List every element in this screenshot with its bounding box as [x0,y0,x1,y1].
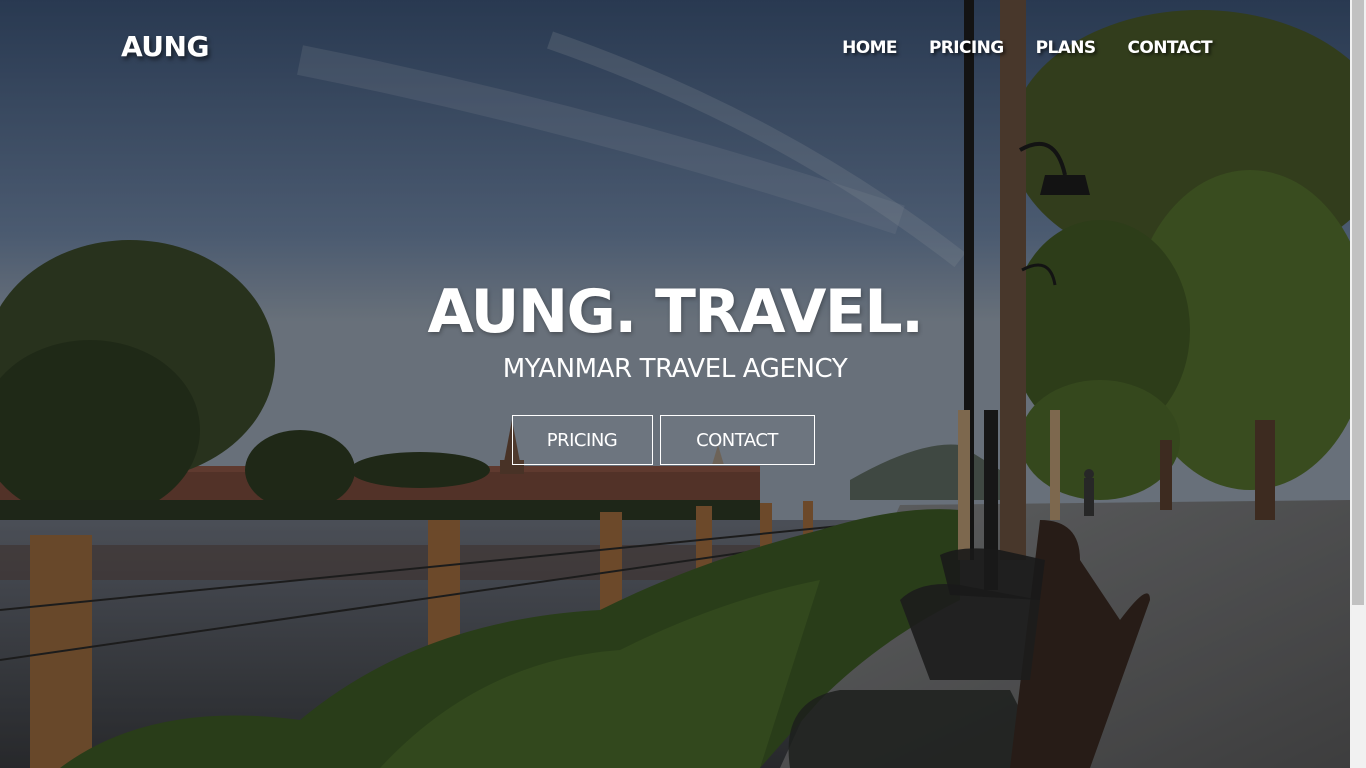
nav-link-pricing[interactable]: PRICING [929,38,1004,58]
nav-link-home[interactable]: HOME [842,38,897,58]
page-scrollbar[interactable] [1350,0,1366,768]
hero-buttons: PRICING CONTACT [0,415,1350,465]
nav-item-pricing: PRICING [929,38,1004,58]
contact-button[interactable]: CONTACT [659,415,815,465]
hero-overlay [0,0,1350,768]
nav-link-plans[interactable]: PLANS [1036,38,1097,58]
hero-title: AUNG. TRAVEL. [427,277,924,347]
page: AUNG HOME PRICING PLANS CONTACT AUNG. TR… [0,0,1366,768]
nav-item-plans: PLANS [1036,38,1097,58]
hero-section: AUNG. TRAVEL. MYANMAR TRAVEL AGENCY [0,270,1350,384]
brand-logo[interactable]: AUNG [121,30,209,63]
nav-links: HOME PRICING PLANS CONTACT [810,38,1212,58]
pricing-button[interactable]: PRICING [511,415,653,465]
nav-item-home: HOME [842,38,897,58]
scrollbar-thumb[interactable] [1352,0,1364,605]
top-navigation: AUNG HOME PRICING PLANS CONTACT [0,0,1350,100]
nav-link-contact[interactable]: CONTACT [1128,38,1213,58]
nav-item-contact: CONTACT [1128,38,1213,58]
hero-subtitle: MYANMAR TRAVEL AGENCY [502,354,848,384]
